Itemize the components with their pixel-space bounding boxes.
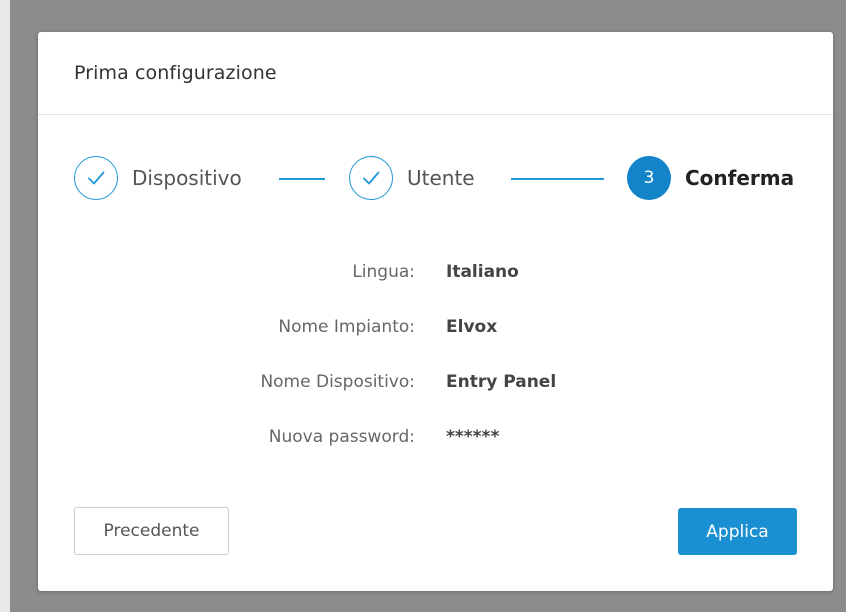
- first-setup-dialog: Prima configurazione Dispositivo Utente …: [38, 32, 833, 591]
- check-icon: [74, 156, 118, 200]
- previous-button[interactable]: Precedente: [74, 507, 229, 555]
- summary-value: Italiano: [446, 262, 519, 282]
- step-connector: [279, 178, 325, 180]
- step-confirm: 3 Conferma: [627, 153, 794, 203]
- step-connector: [511, 178, 604, 180]
- summary-key: Nome Dispositivo:: [260, 372, 415, 392]
- stepper: Dispositivo Utente 3 Conferma: [74, 153, 797, 203]
- summary-row-language: Lingua: Italiano: [38, 262, 833, 317]
- step-label-confirm: Conferma: [685, 166, 795, 190]
- summary-list: Lingua: Italiano Nome Impianto: Elvox No…: [38, 262, 833, 482]
- step-label-device: Dispositivo: [132, 166, 242, 190]
- step-user: Utente: [349, 153, 475, 203]
- apply-button[interactable]: Applica: [678, 508, 797, 555]
- summary-key: Lingua:: [352, 262, 415, 282]
- summary-key: Nuova password:: [268, 427, 415, 447]
- backdrop-edge: [0, 0, 10, 612]
- summary-value: ******: [446, 427, 500, 447]
- step-device: Dispositivo: [74, 153, 242, 203]
- summary-row-system-name: Nome Impianto: Elvox: [38, 317, 833, 372]
- dialog-header: Prima configurazione: [38, 32, 833, 115]
- summary-value: Elvox: [446, 317, 498, 337]
- summary-row-device-name: Nome Dispositivo: Entry Panel: [38, 372, 833, 427]
- summary-row-password: Nuova password: ******: [38, 427, 833, 482]
- summary-value: Entry Panel: [446, 372, 557, 392]
- step-number-badge: 3: [627, 156, 671, 200]
- summary-key: Nome Impianto:: [278, 317, 415, 337]
- check-icon: [349, 156, 393, 200]
- step-label-user: Utente: [407, 166, 475, 190]
- dialog-title: Prima configurazione: [74, 62, 277, 84]
